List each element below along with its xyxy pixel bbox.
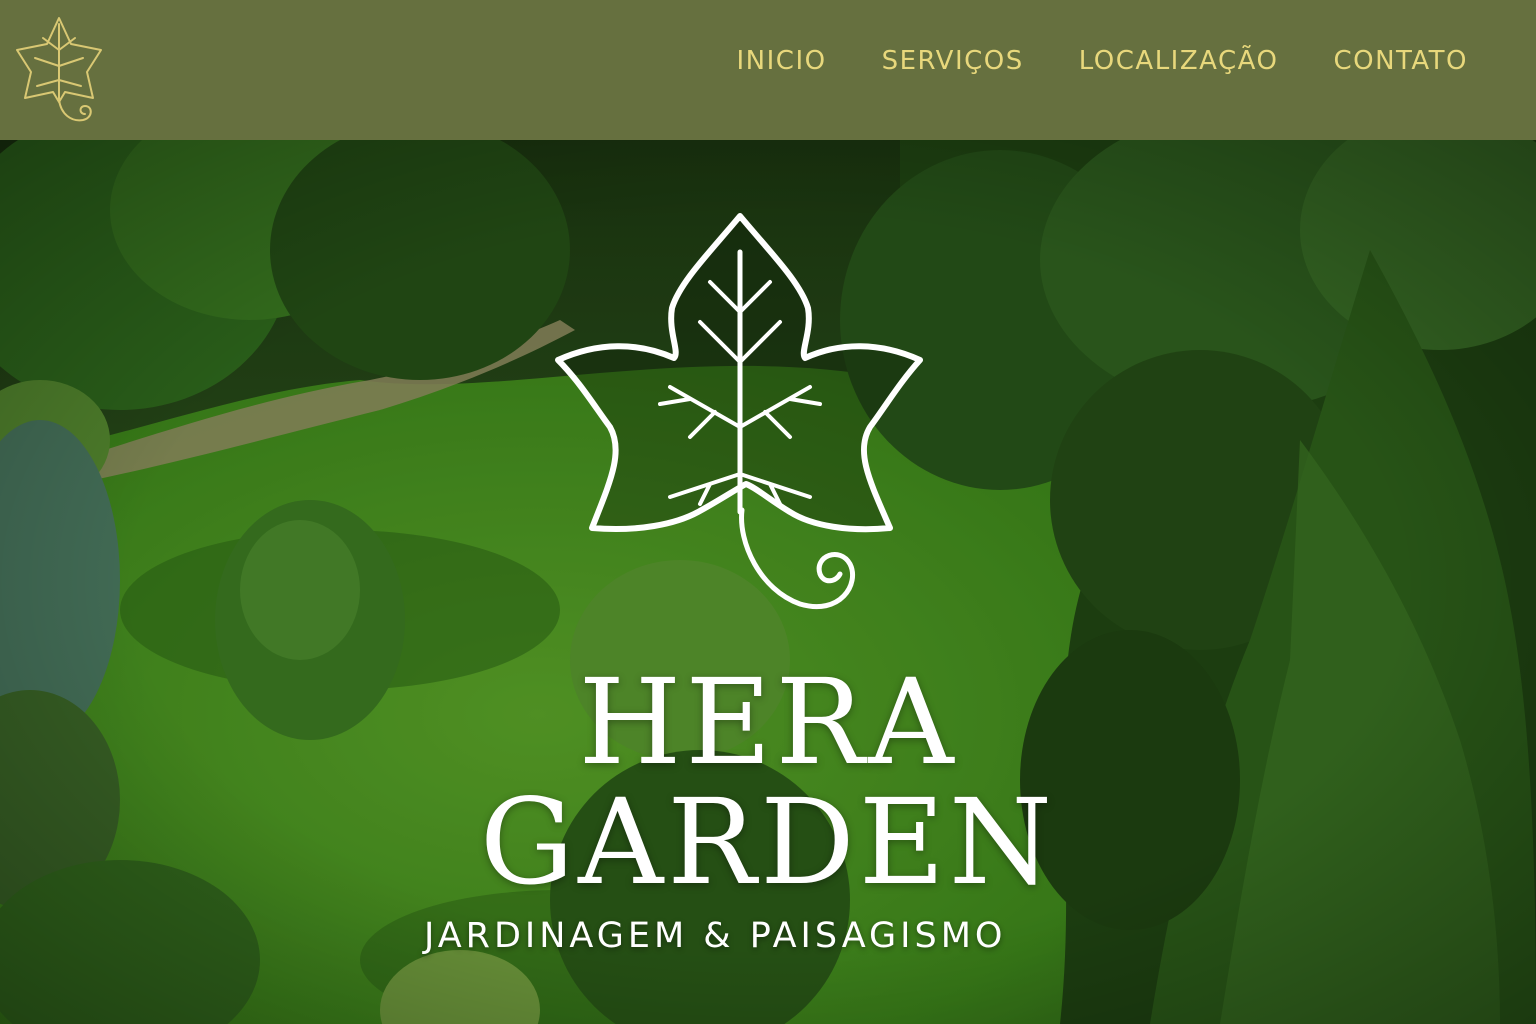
top-navbar: INICIO SERVIÇOS LOCALIZAÇÃO CONTATO [0, 0, 1536, 140]
nav-link-localizacao[interactable]: LOCALIZAÇÃO [1079, 46, 1279, 76]
brand-title-line2: GARDEN [479, 773, 1057, 911]
brand-tagline: JARDINAGEM & PAISAGISMO [424, 916, 1007, 956]
ivy-leaf-icon [555, 213, 923, 610]
main-nav: INICIO SERVIÇOS LOCALIZAÇÃO CONTATO [737, 46, 1469, 76]
nav-link-contato[interactable]: CONTATO [1333, 46, 1468, 76]
nav-link-inicio[interactable]: INICIO [737, 46, 827, 76]
hero-banner: HERA GARDEN JARDINAGEM & PAISAGISMO [0, 140, 1536, 1024]
nav-link-servicos[interactable]: SERVIÇOS [882, 46, 1024, 76]
brand-title-line1: HERA [578, 653, 958, 791]
ivy-leaf-icon[interactable] [6, 10, 112, 130]
